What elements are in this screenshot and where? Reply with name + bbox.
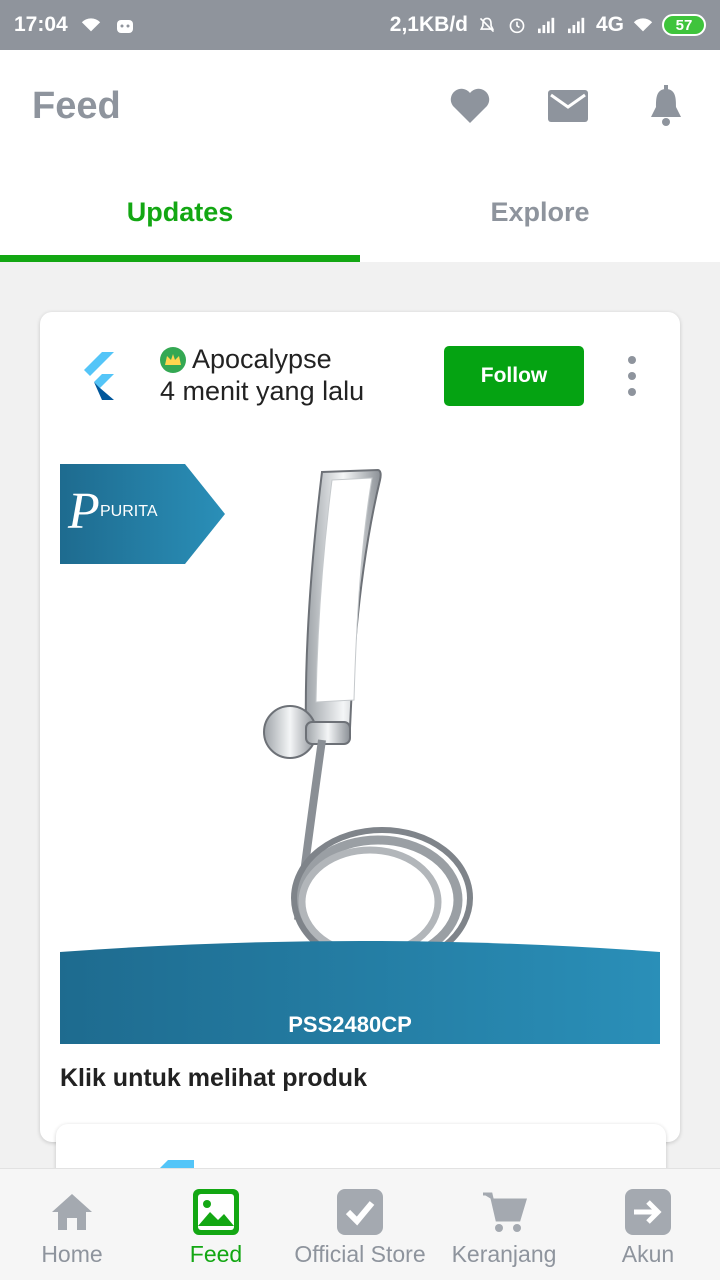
svg-text:P: P — [67, 483, 100, 540]
notification-button[interactable] — [644, 84, 688, 128]
post-header: Apocalypse 4 menit yang lalu Follow — [40, 312, 680, 432]
product-image[interactable]: P PURITA PSS2480CP — [60, 440, 660, 1044]
signal-icon-2 — [567, 17, 585, 34]
nav-account-label: Akun — [621, 1241, 675, 1267]
network-speed: 2,1KB/d — [389, 13, 468, 36]
signal-icon — [537, 17, 555, 34]
brand-text: PURITA — [100, 503, 158, 520]
status-time: 17:04 — [14, 13, 68, 36]
official-store-icon — [337, 1189, 383, 1235]
view-product-link[interactable]: Klik untuk melihat produk — [60, 1064, 367, 1093]
author-avatar[interactable] — [78, 350, 122, 400]
author-name-row[interactable]: Apocalypse — [160, 344, 332, 375]
crown-icon — [160, 346, 186, 373]
nav-official-store[interactable]: Official Store — [288, 1169, 432, 1280]
mail-icon — [548, 90, 588, 122]
feed-icon — [193, 1189, 239, 1235]
post-time: 4 menit yang lalu — [160, 376, 365, 406]
tab-explore[interactable]: Explore — [360, 162, 720, 262]
app-bar: Feed — [0, 50, 720, 162]
bottom-navigation: Home Feed Official Store Keranjang Akun — [0, 1168, 720, 1280]
nav-cart-label: Keranjang — [451, 1241, 557, 1267]
inbox-button[interactable] — [546, 84, 590, 128]
nav-feed-label: Feed — [189, 1241, 243, 1267]
nav-feed[interactable]: Feed — [144, 1169, 288, 1280]
page-title: Feed — [32, 84, 121, 127]
feed-post-card[interactable]: Apocalypse 4 menit yang lalu Follow P PU… — [40, 312, 680, 1142]
status-bar: 17:04 2,1KB/d 4G 57 — [0, 0, 720, 50]
nav-account[interactable]: Akun — [576, 1169, 720, 1280]
nav-home[interactable]: Home — [0, 1169, 144, 1280]
nav-home-label: Home — [41, 1241, 103, 1267]
wifi-icon — [81, 18, 100, 32]
follow-button[interactable]: Follow — [444, 346, 584, 406]
network-type: 4G — [595, 13, 624, 36]
bell-icon — [651, 85, 681, 126]
nav-cart[interactable]: Keranjang — [432, 1169, 576, 1280]
battery-icon: 57 — [662, 14, 706, 36]
cart-icon — [483, 1192, 527, 1232]
heart-icon — [450, 88, 490, 123]
feed-tabs: Updates Explore — [0, 162, 720, 262]
wifi-icon-2 — [633, 18, 653, 32]
account-icon — [625, 1189, 671, 1235]
home-icon — [52, 1194, 92, 1230]
alarm-icon — [509, 18, 525, 34]
android-icon — [116, 20, 133, 33]
author-name: Apocalypse — [192, 344, 332, 374]
tab-updates[interactable]: Updates — [0, 162, 360, 262]
product-code: PSS2480CP — [288, 1012, 412, 1037]
more-options-icon[interactable] — [620, 356, 644, 396]
nav-official-store-label: Official Store — [294, 1241, 426, 1267]
wishlist-button[interactable] — [448, 84, 492, 128]
notification-off-icon — [479, 17, 495, 33]
